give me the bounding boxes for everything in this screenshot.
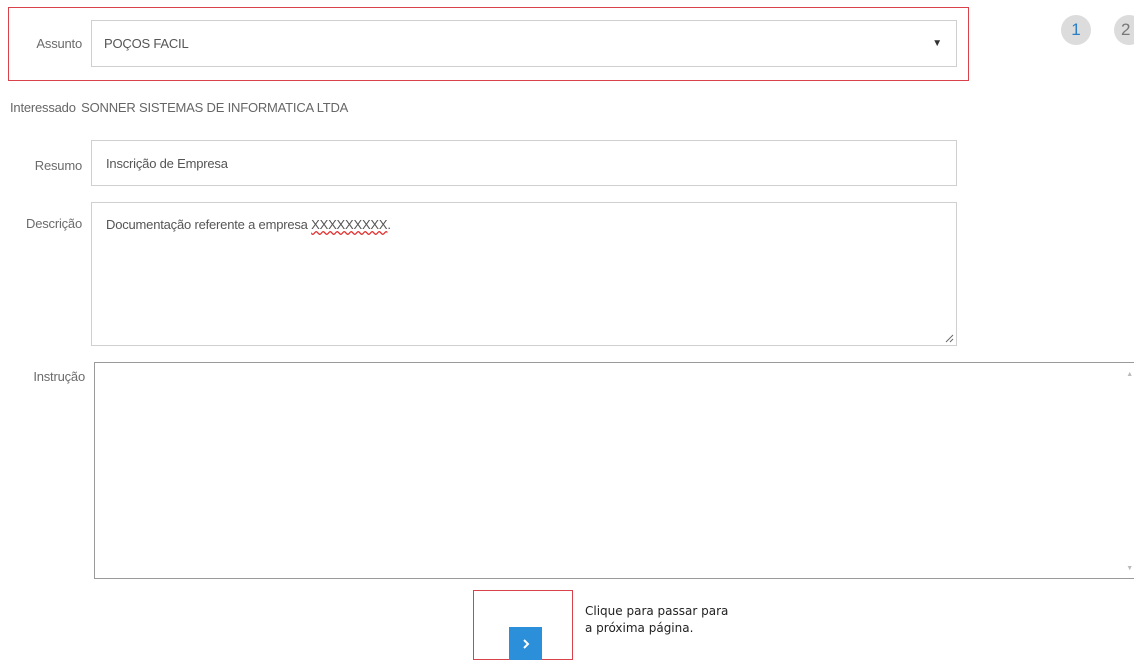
interessado-value: SONNER SISTEMAS DE INFORMATICA LTDA bbox=[81, 100, 349, 115]
step-2-indicator[interactable]: 2 bbox=[1114, 15, 1134, 45]
descricao-text: Documentação referente a empresa XXXXXXX… bbox=[106, 217, 391, 232]
resumo-value: Inscrição de Empresa bbox=[106, 155, 228, 171]
instrucao-textarea[interactable]: ▲ ▼ bbox=[94, 362, 1134, 579]
step-1-indicator[interactable]: 1 bbox=[1061, 15, 1091, 45]
instrucao-label: Instrução bbox=[33, 369, 85, 384]
scroll-down-icon[interactable]: ▼ bbox=[1126, 565, 1133, 572]
next-page-hint-line-1: Clique para passar para bbox=[585, 604, 729, 618]
dropdown-arrow-icon: ▼ bbox=[932, 38, 942, 49]
resumo-input[interactable]: Inscrição de Empresa bbox=[91, 140, 957, 186]
chevron-right-icon bbox=[522, 638, 529, 649]
next-page-hint-line-2: a próxima página. bbox=[585, 621, 694, 635]
descricao-label: Descrição bbox=[26, 216, 82, 231]
descricao-textarea[interactable]: Documentação referente a empresa XXXXXXX… bbox=[91, 202, 957, 346]
assunto-selected-value: POÇOS FACIL bbox=[104, 36, 189, 51]
scroll-up-icon[interactable]: ▲ bbox=[1126, 371, 1133, 378]
spellcheck-underlined-word: XXXXXXXXX bbox=[311, 217, 388, 232]
next-page-hint: Clique para passar para a próxima página… bbox=[585, 603, 728, 637]
assunto-select[interactable]: POÇOS FACIL ▼ bbox=[91, 20, 957, 67]
interessado-label: Interessado bbox=[10, 100, 76, 115]
interessado-row: Interessado SONNER SISTEMAS DE INFORMATI… bbox=[10, 100, 348, 115]
instrucao-scrollbar[interactable]: ▲ ▼ bbox=[1124, 363, 1134, 578]
resumo-label: Resumo bbox=[34, 158, 82, 173]
step-2-number: 2 bbox=[1121, 20, 1131, 39]
step-1-number: 1 bbox=[1071, 20, 1081, 39]
resize-handle-icon[interactable] bbox=[944, 333, 954, 343]
next-page-button[interactable] bbox=[509, 627, 542, 660]
assunto-label: Assunto bbox=[36, 36, 82, 51]
